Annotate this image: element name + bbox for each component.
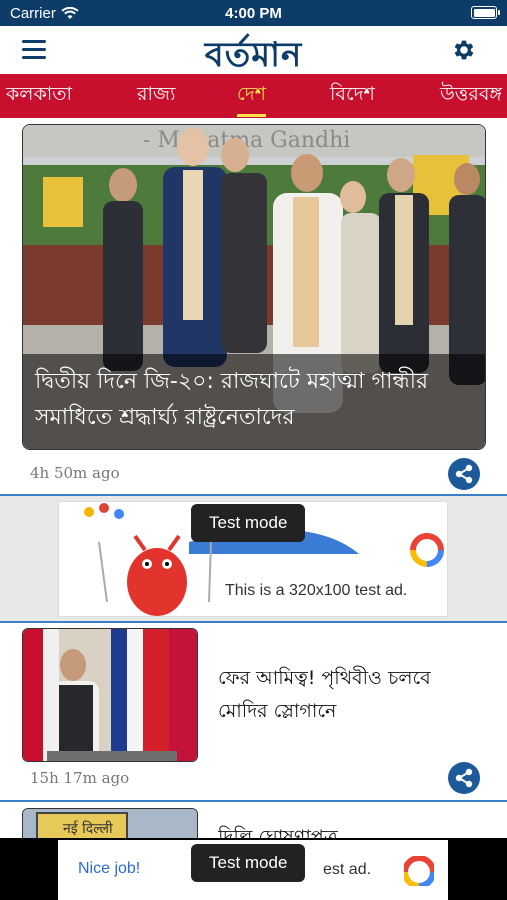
hero-article-card[interactable]: - Mahatma Gandhi দ্বিতীয় দিনে জি-২০: রা…: [22, 124, 486, 450]
share-button[interactable]: [448, 458, 480, 490]
ad-text: This is a 320x100 test ad.: [225, 582, 408, 599]
app-header: বর্তমান: [0, 26, 507, 75]
battery-icon: [471, 6, 500, 19]
category-tabs: কলকাতা রাজ্য দেশ বিদেশ উত্তরবঙ্গ: [0, 74, 507, 118]
news-feed[interactable]: - Mahatma Gandhi দ্বিতীয় দিনে জি-২০: রা…: [0, 118, 507, 838]
clock: 4:00 PM: [225, 5, 282, 22]
article-photo: नई दिल्ली: [23, 809, 197, 838]
test-mode-label: Test mode: [191, 844, 306, 882]
ad-banner[interactable]: This is a 320x100 test ad. Test mode: [0, 496, 507, 622]
article-title[interactable]: ফের আমিত্ব! পৃথিবীও চলবে মোদির স্লোগানে: [218, 662, 478, 728]
hero-timestamp: 4h 50m ago: [30, 464, 120, 482]
tab-uttarbanga[interactable]: উত্তরবঙ্গ: [440, 80, 502, 112]
share-icon: [455, 464, 473, 484]
admob-logo-icon: [410, 533, 444, 567]
tab-desh[interactable]: দেশ: [237, 80, 266, 117]
ad-nice-job: Nice job!: [78, 860, 141, 877]
status-bar: Carrier 4:00 PM: [0, 0, 507, 26]
test-mode-label: Test mode: [191, 504, 306, 542]
share-button[interactable]: [448, 762, 480, 794]
article-thumbnail[interactable]: नई दिल्ली: [22, 808, 198, 838]
ad-text: est ad.: [323, 861, 372, 878]
gear-icon[interactable]: [451, 37, 477, 63]
share-icon: [455, 768, 473, 788]
bottom-ad-banner[interactable]: Nice job! est ad. Test mode: [0, 838, 507, 900]
article-photo: [23, 629, 197, 761]
divider: [0, 621, 507, 623]
article-title[interactable]: দিল্লি ঘোষণাপত্র: [218, 823, 478, 838]
tab-bidesh[interactable]: বিদেশ: [330, 80, 375, 112]
admob-logo-icon: [404, 856, 434, 886]
divider: [0, 800, 507, 802]
tab-kolkata[interactable]: কলকাতা: [6, 80, 72, 112]
sign-text: नई दिल्ली: [63, 820, 113, 837]
article-thumbnail[interactable]: [22, 628, 198, 762]
tab-rajya[interactable]: রাজ্য: [137, 80, 175, 112]
hero-headline[interactable]: দ্বিতীয় দিনে জি-২০: রাজঘাটে মহাত্মা গান…: [23, 354, 485, 449]
article-timestamp: 15h 17m ago: [30, 769, 130, 787]
